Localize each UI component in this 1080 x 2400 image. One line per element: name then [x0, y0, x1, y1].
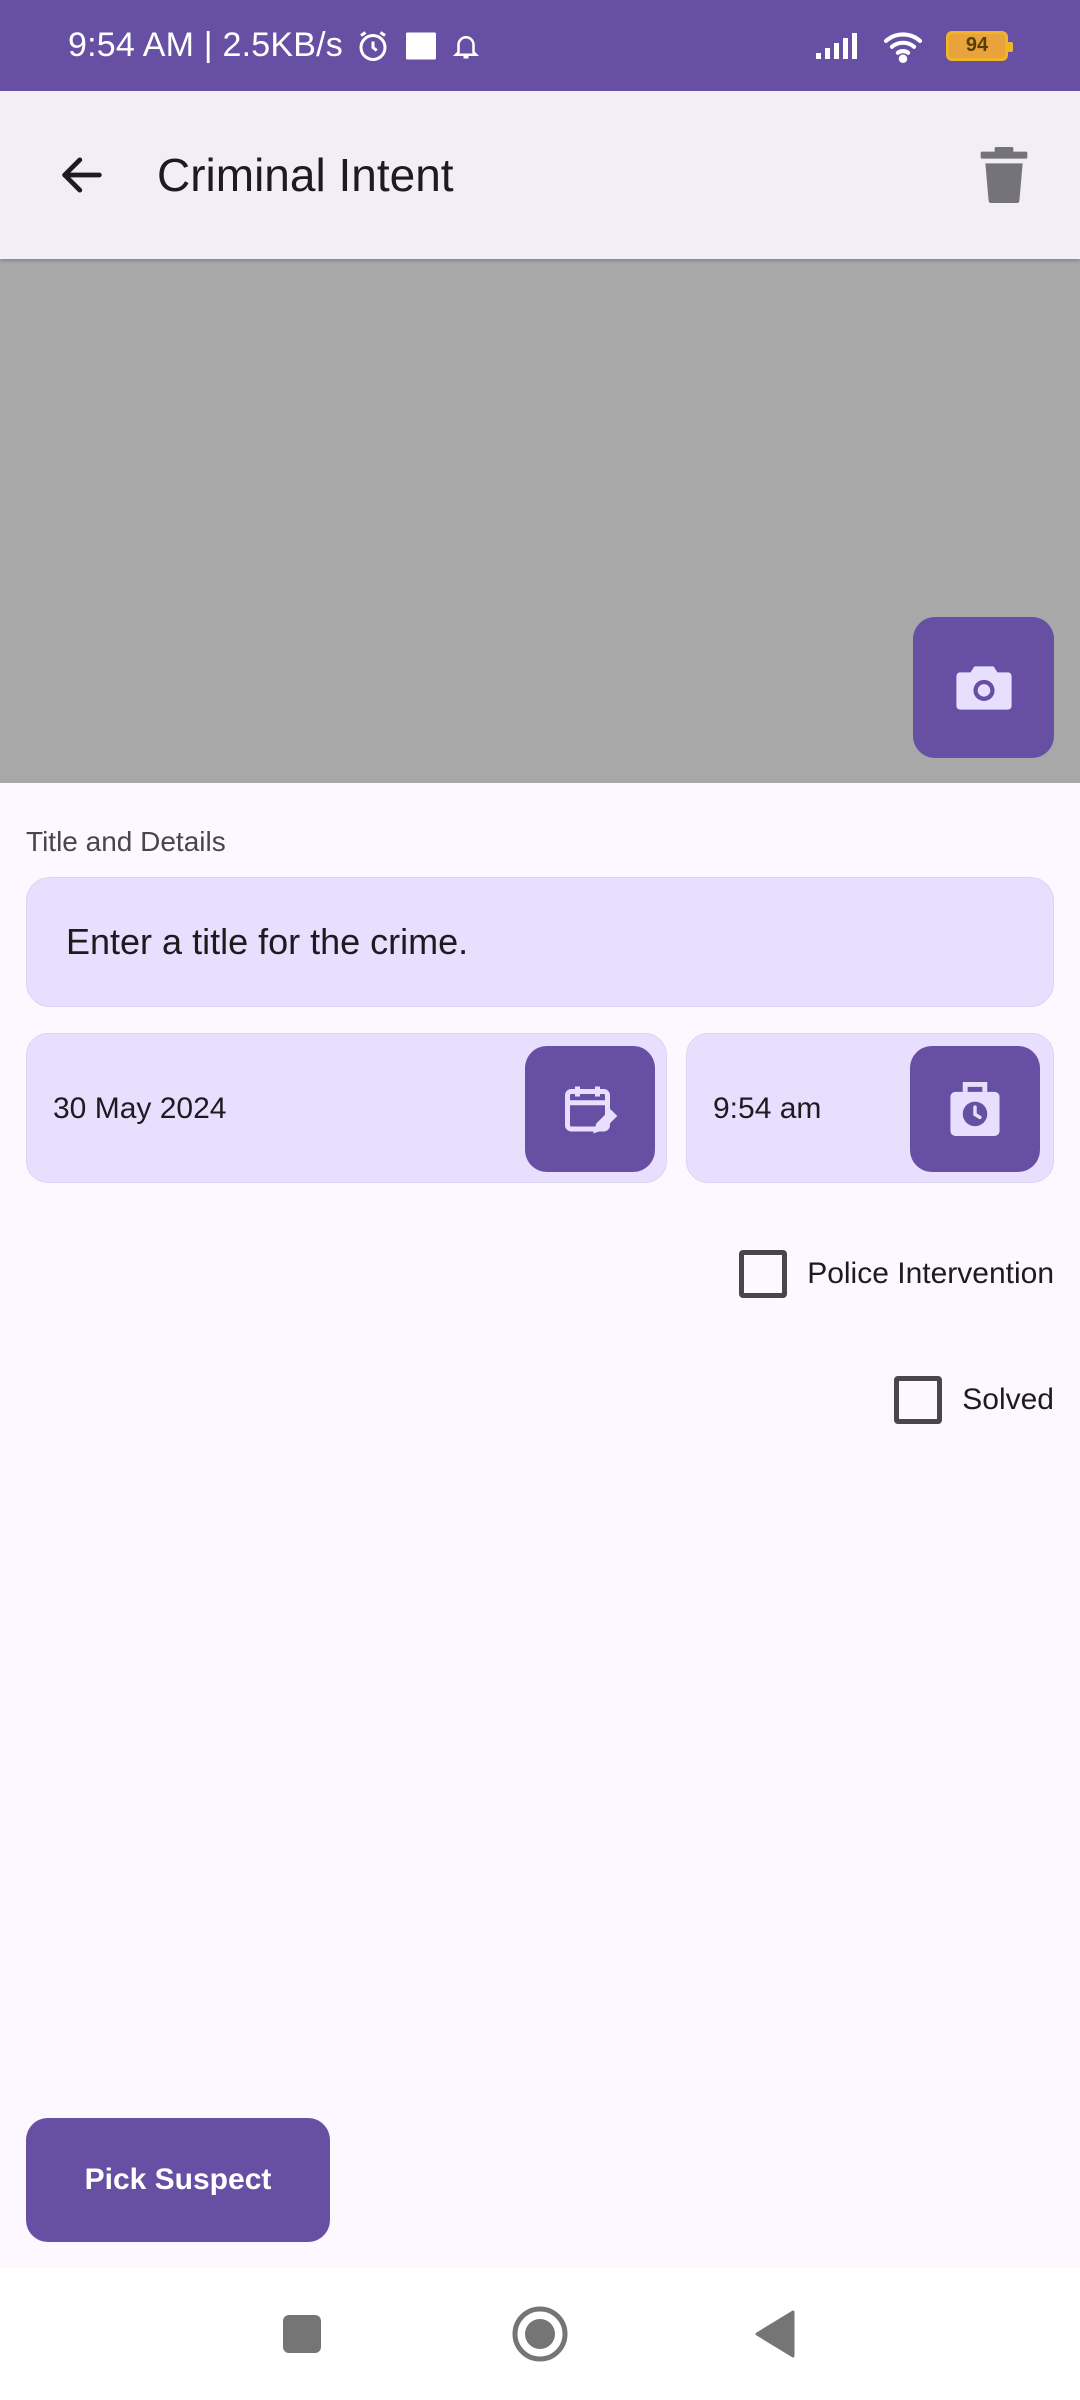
arrow-back-icon	[62, 157, 102, 193]
solved-checkbox[interactable]	[894, 1376, 943, 1424]
recents-icon	[283, 2315, 321, 2353]
app-title: Criminal Intent	[157, 149, 454, 201]
date-value: 30 May 2024	[53, 1092, 227, 1125]
system-back-button[interactable]	[737, 2296, 813, 2372]
date-picker-button[interactable]	[525, 1046, 655, 1172]
crime-title-input[interactable]: Enter a title for the crime.	[26, 877, 1054, 1007]
clock-icon	[950, 1082, 1000, 1136]
time-field: 9:54 am	[686, 1033, 1054, 1183]
recents-button[interactable]	[264, 2296, 340, 2372]
home-button[interactable]	[502, 2296, 578, 2372]
solved-label: Solved	[962, 1383, 1054, 1416]
status-right: 94	[814, 0, 1013, 91]
date-field: 30 May 2024	[26, 1033, 667, 1183]
wifi-icon	[882, 29, 924, 63]
battery-level: 94	[965, 34, 989, 56]
status-left: 9:54 AM | 2.5KB/s	[68, 0, 481, 91]
top-app-bar: Criminal Intent	[0, 91, 1080, 259]
solved-row[interactable]: Solved	[894, 1370, 1054, 1430]
home-icon	[512, 2306, 568, 2362]
section-label: Title and Details	[26, 826, 226, 857]
delete-button[interactable]	[958, 129, 1050, 221]
time-picker-button[interactable]	[910, 1046, 1040, 1172]
time-value: 9:54 am	[713, 1092, 822, 1125]
camera-button[interactable]	[913, 617, 1054, 758]
pick-suspect-button[interactable]: Pick Suspect	[26, 2118, 330, 2242]
back-icon	[755, 2310, 795, 2358]
status-bar: 9:54 AM | 2.5KB/s 94	[0, 0, 1080, 91]
police-intervention-label: Police Intervention	[807, 1257, 1054, 1290]
status-time-speed: 9:54 AM | 2.5KB/s	[68, 26, 343, 64]
calendar-edit-icon	[565, 1086, 618, 1134]
police-intervention-checkbox[interactable]	[739, 1250, 788, 1298]
title-placeholder: Enter a title for the crime.	[66, 921, 469, 962]
back-button[interactable]	[36, 129, 128, 221]
camera-icon	[955, 665, 1012, 710]
bell-icon	[451, 31, 481, 61]
system-nav-bar	[0, 2268, 1080, 2400]
signal-icon	[814, 31, 860, 61]
trash-icon	[980, 147, 1028, 203]
police-intervention-row[interactable]: Police Intervention	[739, 1244, 1054, 1304]
alarm-icon	[355, 28, 391, 64]
battery-icon: 94	[946, 30, 1013, 61]
image-notification-icon	[403, 28, 439, 64]
